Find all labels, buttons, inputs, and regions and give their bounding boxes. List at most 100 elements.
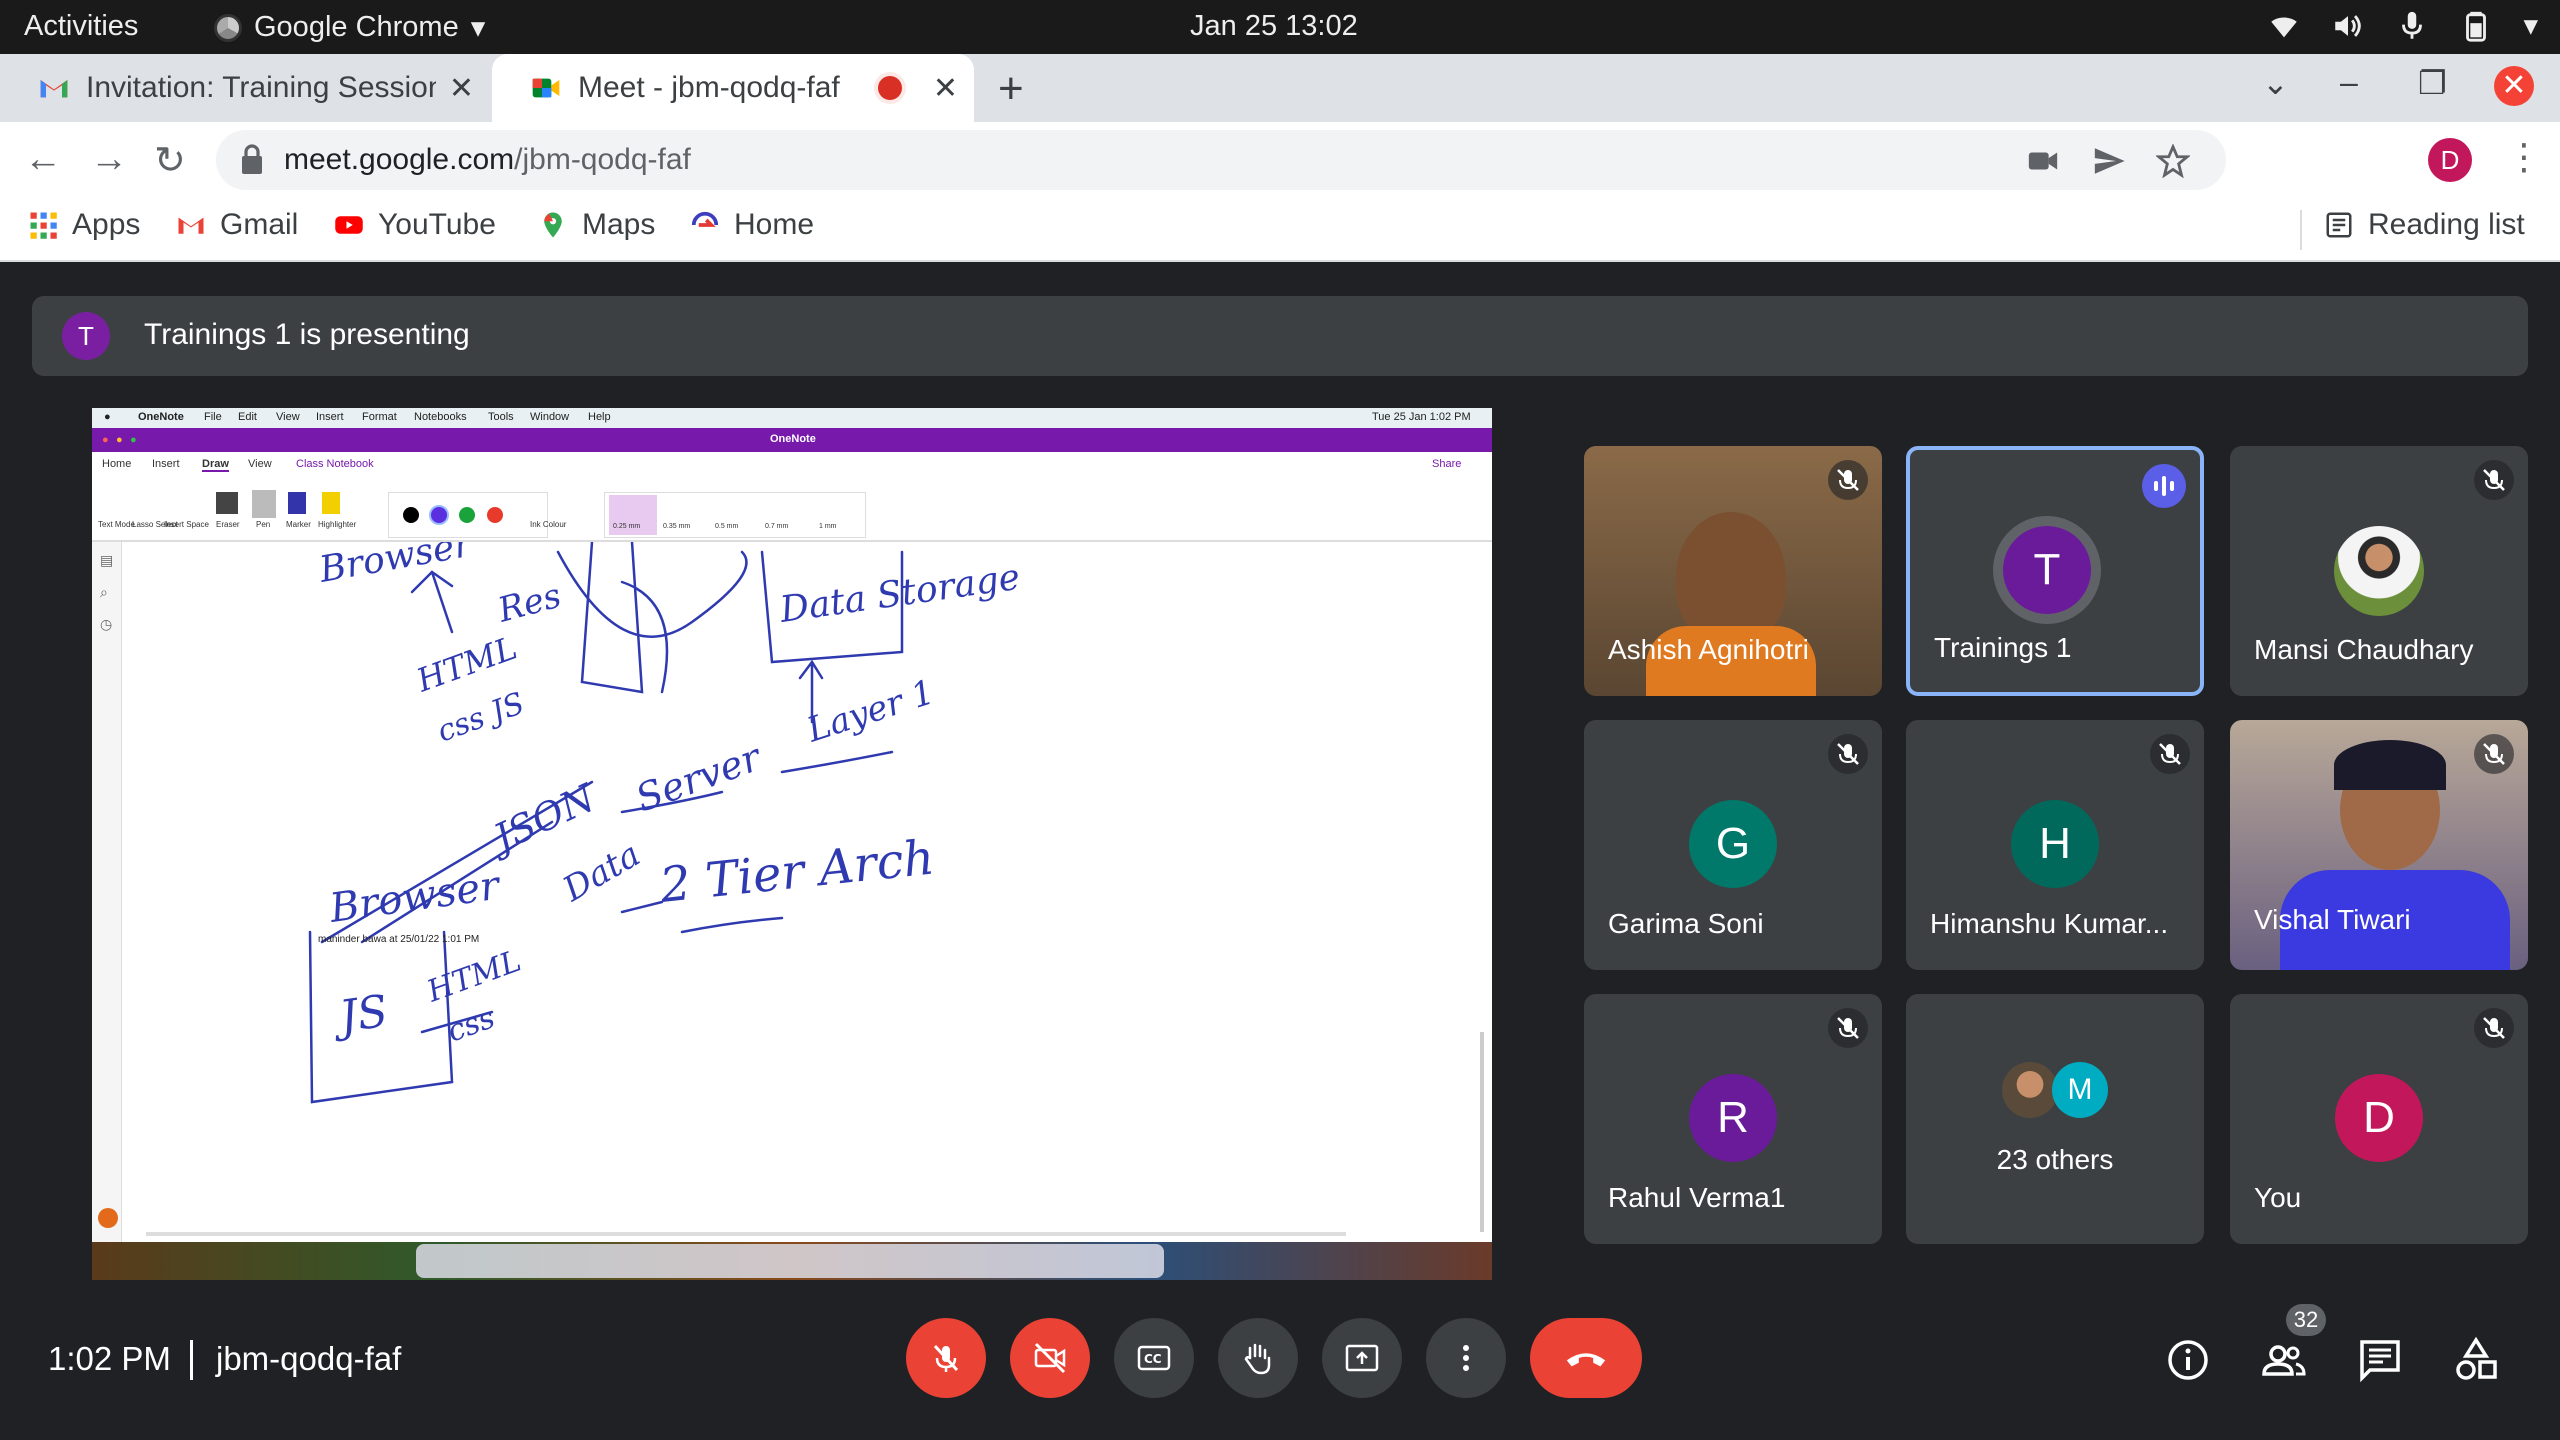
participant-tile[interactable]: Vishal Tiwari bbox=[2230, 720, 2528, 970]
new-tab-button[interactable]: + bbox=[998, 64, 1024, 114]
mac-menu-item: File bbox=[204, 411, 222, 423]
bookmark-home[interactable]: Home bbox=[690, 208, 814, 242]
participant-tile[interactable]: Ashish Agnihotri bbox=[1584, 446, 1882, 696]
tool-label: Highlighter bbox=[318, 520, 357, 529]
participant-tile-active-speaker[interactable]: T Trainings 1 bbox=[1906, 446, 2204, 696]
navigation-bar: ← → ↻ meet.google.com/jbm-qodq-faf D ⋮ bbox=[0, 122, 2560, 198]
captions-button[interactable]: CC bbox=[1114, 1318, 1194, 1398]
participant-name: Himanshu Kumar... bbox=[1930, 908, 2169, 939]
ink-text: Data Storage bbox=[777, 557, 1023, 631]
participant-video bbox=[1676, 512, 1786, 642]
others-tile[interactable]: M 23 others bbox=[1906, 994, 2204, 1244]
mac-menu-item: Help bbox=[588, 411, 611, 423]
onenote-sidebar: ▤ ⌕ ◷ bbox=[92, 542, 122, 1242]
closed-captions-icon: CC bbox=[1137, 1345, 1171, 1371]
ink-text: HTML bbox=[422, 944, 526, 1010]
system-tray[interactable]: ▾ bbox=[2267, 8, 2538, 43]
participant-tile[interactable]: H Himanshu Kumar... bbox=[1906, 720, 2204, 970]
people-icon bbox=[2262, 1345, 2306, 1376]
black-swatch bbox=[403, 507, 419, 523]
close-tab-icon[interactable]: ✕ bbox=[449, 71, 474, 106]
send-icon[interactable] bbox=[2092, 144, 2126, 178]
more-options-button[interactable] bbox=[1426, 1318, 1506, 1398]
tab-gmail-invitation[interactable]: Invitation: Training Session ✕ bbox=[0, 54, 490, 122]
presenter-avatar: T bbox=[62, 312, 110, 360]
chat-button[interactable] bbox=[2356, 1336, 2404, 1384]
tab-search-icon[interactable]: ⌄ bbox=[2262, 64, 2289, 102]
url-path: /jbm-qodq-faf bbox=[514, 143, 691, 176]
camera-toggle-button[interactable] bbox=[1010, 1318, 1090, 1398]
meeting-details-button[interactable] bbox=[2164, 1336, 2212, 1384]
address-bar[interactable]: meet.google.com/jbm-qodq-faf bbox=[216, 130, 2226, 190]
participant-tile[interactable]: R Rahul Verma1 bbox=[1584, 994, 1882, 1244]
leave-call-button[interactable] bbox=[1530, 1318, 1642, 1398]
stroke-size-label: 0.35 mm bbox=[663, 523, 691, 530]
participant-photo bbox=[2002, 1062, 2058, 1118]
pen-icon bbox=[252, 490, 276, 518]
participant-name: Trainings 1 bbox=[1934, 632, 2072, 663]
app-name: Google Chrome bbox=[254, 11, 459, 43]
mac-menu-item: View bbox=[276, 411, 300, 423]
mic-off-icon bbox=[933, 1344, 959, 1372]
profile-avatar[interactable]: D bbox=[2428, 138, 2472, 182]
ink-text: Browser bbox=[326, 862, 505, 932]
bookmark-youtube[interactable]: YouTube bbox=[334, 208, 496, 242]
tool-label: Eraser bbox=[216, 520, 240, 529]
ink-text: css bbox=[443, 1000, 500, 1049]
app-menu[interactable]: Google Chrome ▾ bbox=[214, 10, 485, 45]
reload-button[interactable]: ↻ bbox=[154, 138, 186, 183]
microphone-toggle-button[interactable] bbox=[906, 1318, 986, 1398]
mic-off-icon bbox=[1828, 1008, 1868, 1048]
drawing-canvas[interactable]: Browser Res HTML css JS Data Storage Lay… bbox=[122, 524, 1492, 1242]
window-close-dot: ● bbox=[102, 434, 109, 446]
ink-stroke bbox=[680, 916, 784, 934]
volume-icon bbox=[2335, 14, 2362, 37]
present-now-button[interactable] bbox=[1322, 1318, 1402, 1398]
bookmark-label: Home bbox=[734, 208, 815, 241]
chrome-menu-icon[interactable]: ⋮ bbox=[2506, 136, 2542, 178]
apple-icon: ● bbox=[104, 411, 111, 423]
system-clock[interactable]: Jan 25 13:02 bbox=[1190, 10, 1358, 43]
mac-menu-bar: ● OneNote File Edit View Insert Format N… bbox=[92, 408, 1492, 428]
close-window-button[interactable]: ✕ bbox=[2494, 66, 2534, 106]
participant-tile[interactable]: G Garima Soni bbox=[1584, 720, 1882, 970]
bookmark-label: Maps bbox=[582, 208, 656, 241]
red-swatch bbox=[487, 507, 503, 523]
bookmark-apps[interactable]: Apps bbox=[28, 208, 140, 242]
raise-hand-button[interactable] bbox=[1218, 1318, 1298, 1398]
minimize-button[interactable]: – bbox=[2340, 64, 2358, 101]
bookmark-gmail[interactable]: Gmail bbox=[176, 208, 298, 242]
reading-list-button[interactable]: Reading list bbox=[2324, 208, 2525, 242]
activities-button[interactable]: Activities bbox=[24, 10, 138, 43]
self-tile[interactable]: D You bbox=[2230, 994, 2528, 1244]
svg-text:CC: CC bbox=[1144, 1352, 1162, 1366]
mac-menu-item: OneNote bbox=[138, 411, 184, 423]
ink-text: 2 Tier Arch bbox=[656, 829, 937, 914]
restore-button[interactable]: ❐ bbox=[2418, 64, 2447, 102]
ink-stroke bbox=[580, 540, 644, 694]
more-vert-icon bbox=[1463, 1345, 1469, 1371]
people-button[interactable] bbox=[2260, 1336, 2308, 1384]
stroke-size-picker: 0.25 mm 0.35 mm 0.5 mm 0.7 mm 1 mm bbox=[604, 492, 866, 538]
tab-meet[interactable]: Meet - jbm-qodq-faf ✕ bbox=[492, 54, 974, 122]
chat-icon bbox=[2360, 1340, 2400, 1383]
participant-tile[interactable]: Mansi Chaudhary bbox=[2230, 446, 2528, 696]
ink-stroke bbox=[430, 570, 454, 634]
tool-label: Marker bbox=[286, 520, 311, 529]
activities-button[interactable] bbox=[2452, 1336, 2500, 1384]
participant-name: Rahul Verma1 bbox=[1608, 1182, 1786, 1213]
forward-button[interactable]: → bbox=[90, 138, 128, 181]
bookmark-maps[interactable]: Maps bbox=[538, 208, 655, 242]
participant-name: Vishal Tiwari bbox=[2254, 904, 2411, 935]
back-button[interactable]: ← bbox=[24, 138, 62, 181]
bookmark-star-icon[interactable] bbox=[2156, 144, 2190, 178]
camera-permission-icon[interactable] bbox=[2026, 144, 2060, 178]
camera-off-icon bbox=[1034, 1342, 1066, 1374]
shared-screen[interactable]: ● OneNote File Edit View Insert Format N… bbox=[92, 408, 1492, 1280]
url-text: meet.google.com/jbm-qodq-faf bbox=[284, 143, 691, 177]
close-tab-icon[interactable]: ✕ bbox=[933, 71, 958, 106]
gmail-icon bbox=[40, 80, 68, 98]
participant-name: Garima Soni bbox=[1608, 908, 1764, 939]
mac-menu-item: Insert bbox=[316, 411, 344, 423]
stroke-size-label: 1 mm bbox=[819, 523, 837, 530]
